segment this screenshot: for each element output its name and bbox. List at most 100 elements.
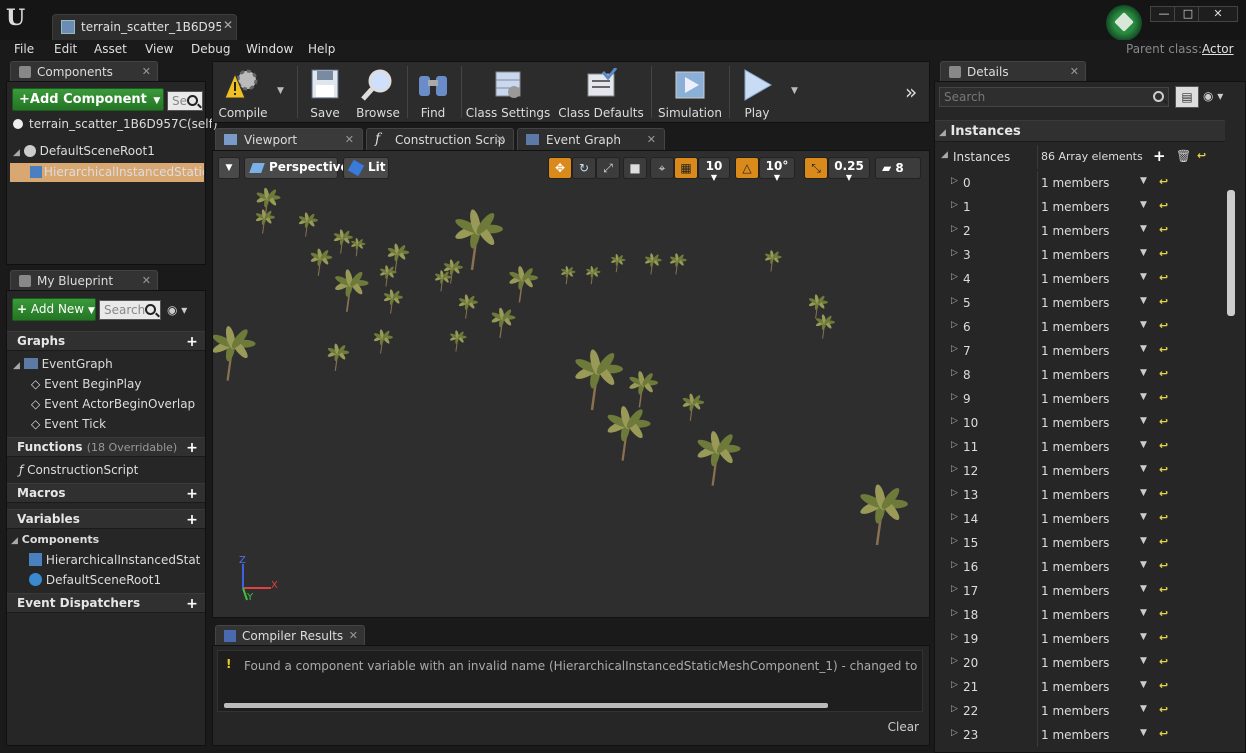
expand-triangle-icon[interactable]: ▷: [951, 584, 958, 594]
instance-row[interactable]: ▷ 1 1 members ▼ ↩: [935, 195, 1225, 219]
expand-triangle-icon[interactable]: ▷: [951, 560, 958, 570]
compile-options-chevron-icon[interactable]: ▼: [277, 86, 284, 96]
close-tab-icon[interactable]: ✕: [223, 18, 233, 32]
chevron-down-icon[interactable]: ▼: [1140, 656, 1147, 666]
simulation-button[interactable]: Simulation: [655, 62, 725, 122]
close-icon[interactable]: ✕: [647, 133, 656, 146]
view-options-eye-icon[interactable]: ◉ ▾: [167, 303, 187, 317]
source-control-badge-icon[interactable]: [1106, 5, 1142, 41]
instance-row[interactable]: ▷ 10 1 members ▼ ↩: [935, 411, 1225, 435]
reset-to-default-icon[interactable]: ↩: [1197, 149, 1206, 162]
chevron-down-icon[interactable]: ▼: [1140, 392, 1147, 402]
clear-button[interactable]: Clear: [888, 720, 919, 734]
reset-to-default-icon[interactable]: ↩: [1159, 607, 1168, 620]
add-element-icon[interactable]: +: [1153, 147, 1166, 165]
toolbar-overflow-icon[interactable]: »: [905, 80, 917, 104]
chevron-down-icon[interactable]: ▼: [1140, 176, 1147, 186]
chevron-down-icon[interactable]: ▼: [1140, 488, 1147, 498]
reset-to-default-icon[interactable]: ↩: [1159, 247, 1168, 260]
reset-to-default-icon[interactable]: ↩: [1159, 559, 1168, 572]
chevron-down-icon[interactable]: ▼: [1140, 416, 1147, 426]
menu-window[interactable]: Window: [246, 42, 293, 56]
instance-row[interactable]: ▷ 18 1 members ▼ ↩: [935, 603, 1225, 627]
expand-triangle-icon[interactable]: ▷: [951, 392, 958, 402]
components-search-input[interactable]: Se: [167, 91, 203, 111]
instance-row[interactable]: ▷ 5 1 members ▼ ↩: [935, 291, 1225, 315]
menu-edit[interactable]: Edit: [54, 42, 77, 56]
expand-triangle-icon[interactable]: ▷: [951, 224, 958, 234]
reset-to-default-icon[interactable]: ↩: [1159, 511, 1168, 524]
tab-details[interactable]: Details ✕: [940, 61, 1086, 81]
event-item[interactable]: ◇ Event BeginPlay: [31, 377, 141, 391]
menu-debug[interactable]: Debug: [191, 42, 230, 56]
add-new-button[interactable]: + Add New ▼: [12, 298, 96, 321]
chevron-down-icon[interactable]: ▼: [1140, 584, 1147, 594]
add-macro-icon[interactable]: +: [185, 487, 199, 501]
add-component-button[interactable]: +Add Component ▼: [12, 88, 164, 111]
chevron-down-icon[interactable]: ▼: [1140, 512, 1147, 522]
menu-asset[interactable]: Asset: [94, 42, 127, 56]
chevron-down-icon[interactable]: ▼: [1140, 728, 1147, 738]
instance-row[interactable]: ▷ 12 1 members ▼ ↩: [935, 459, 1225, 483]
expand-triangle-icon[interactable]: ▷: [951, 656, 958, 666]
reset-to-default-icon[interactable]: ↩: [1159, 439, 1168, 452]
close-icon[interactable]: ✕: [345, 133, 354, 146]
close-icon[interactable]: ✕: [142, 274, 151, 287]
expand-triangle-icon[interactable]: ▷: [951, 680, 958, 690]
instance-row[interactable]: ▷ 16 1 members ▼ ↩: [935, 555, 1225, 579]
browse-button[interactable]: Browse: [351, 62, 405, 122]
instance-row[interactable]: ▷ 0 1 members ▼ ↩: [935, 171, 1225, 195]
chevron-down-icon[interactable]: ▼: [1140, 344, 1147, 354]
property-matrix-icon[interactable]: ▤: [1175, 86, 1199, 108]
chevron-down-icon[interactable]: ▼: [1140, 680, 1147, 690]
tab-construction-script[interactable]: f Construction Scrip ✕: [366, 128, 514, 150]
components-category[interactable]: ◢ Components: [11, 533, 99, 546]
close-icon[interactable]: ✕: [496, 133, 505, 146]
expand-triangle-icon[interactable]: ▷: [951, 176, 958, 186]
tree-item-defaultsceneroot[interactable]: ◢ DefaultSceneRoot1: [13, 144, 155, 158]
reset-to-default-icon[interactable]: ↩: [1159, 343, 1168, 356]
reset-to-default-icon[interactable]: ↩: [1159, 487, 1168, 500]
reset-to-default-icon[interactable]: ↩: [1159, 631, 1168, 644]
expand-triangle-icon[interactable]: ▷: [951, 488, 958, 498]
instance-row[interactable]: ▷ 11 1 members ▼ ↩: [935, 435, 1225, 459]
play-button[interactable]: Play: [733, 62, 781, 122]
chevron-down-icon[interactable]: ▼: [1140, 224, 1147, 234]
document-tab[interactable]: terrain_scatter_1B6D957C ✕: [52, 14, 237, 40]
details-search-input[interactable]: Search: [939, 87, 1169, 107]
reset-to-default-icon[interactable]: ↩: [1159, 463, 1168, 476]
event-graph-item[interactable]: ◢ EventGraph: [13, 357, 113, 371]
expand-triangle-icon[interactable]: ▷: [951, 272, 958, 282]
play-options-chevron-icon[interactable]: ▼: [791, 86, 798, 96]
functions-section[interactable]: Functions (18 Overridable) +: [7, 437, 205, 457]
chevron-down-icon[interactable]: ▼: [1140, 440, 1147, 450]
reset-to-default-icon[interactable]: ↩: [1159, 199, 1168, 212]
event-item[interactable]: ◇ Event ActorBeginOverlap: [31, 397, 195, 411]
chevron-down-icon[interactable]: ▼: [1140, 200, 1147, 210]
reset-to-default-icon[interactable]: ↩: [1159, 223, 1168, 236]
instance-row[interactable]: ▷ 3 1 members ▼ ↩: [935, 243, 1225, 267]
compile-button[interactable]: Compile: [215, 62, 271, 122]
add-variable-icon[interactable]: +: [185, 513, 199, 527]
menu-help[interactable]: Help: [308, 42, 335, 56]
event-dispatchers-section[interactable]: Event Dispatchers +: [7, 593, 205, 613]
instances-section-header[interactable]: ◢ Instances: [935, 120, 1225, 142]
close-window-button[interactable]: ✕: [1198, 6, 1238, 22]
add-graph-icon[interactable]: +: [185, 335, 199, 349]
expand-triangle-icon[interactable]: ▷: [951, 248, 958, 258]
instance-row[interactable]: ▷ 14 1 members ▼ ↩: [935, 507, 1225, 531]
add-dispatcher-icon[interactable]: +: [185, 597, 199, 611]
instance-row[interactable]: ▷ 19 1 members ▼ ↩: [935, 627, 1225, 651]
expand-triangle-icon[interactable]: ▷: [951, 368, 958, 378]
chevron-down-icon[interactable]: ▼: [1140, 560, 1147, 570]
reset-to-default-icon[interactable]: ↩: [1159, 319, 1168, 332]
details-scrollbar[interactable]: [1227, 190, 1235, 316]
instance-row[interactable]: ▷ 4 1 members ▼ ↩: [935, 267, 1225, 291]
expand-triangle-icon[interactable]: ▷: [951, 728, 958, 738]
event-item[interactable]: ◇ Event Tick: [31, 417, 106, 431]
trash-icon[interactable]: 🗑: [1176, 149, 1191, 163]
class-defaults-button[interactable]: Class Defaults: [557, 62, 645, 122]
expand-triangle-icon[interactable]: ▷: [951, 416, 958, 426]
expand-triangle-icon[interactable]: ▷: [951, 704, 958, 714]
chevron-down-icon[interactable]: ▼: [1140, 608, 1147, 618]
